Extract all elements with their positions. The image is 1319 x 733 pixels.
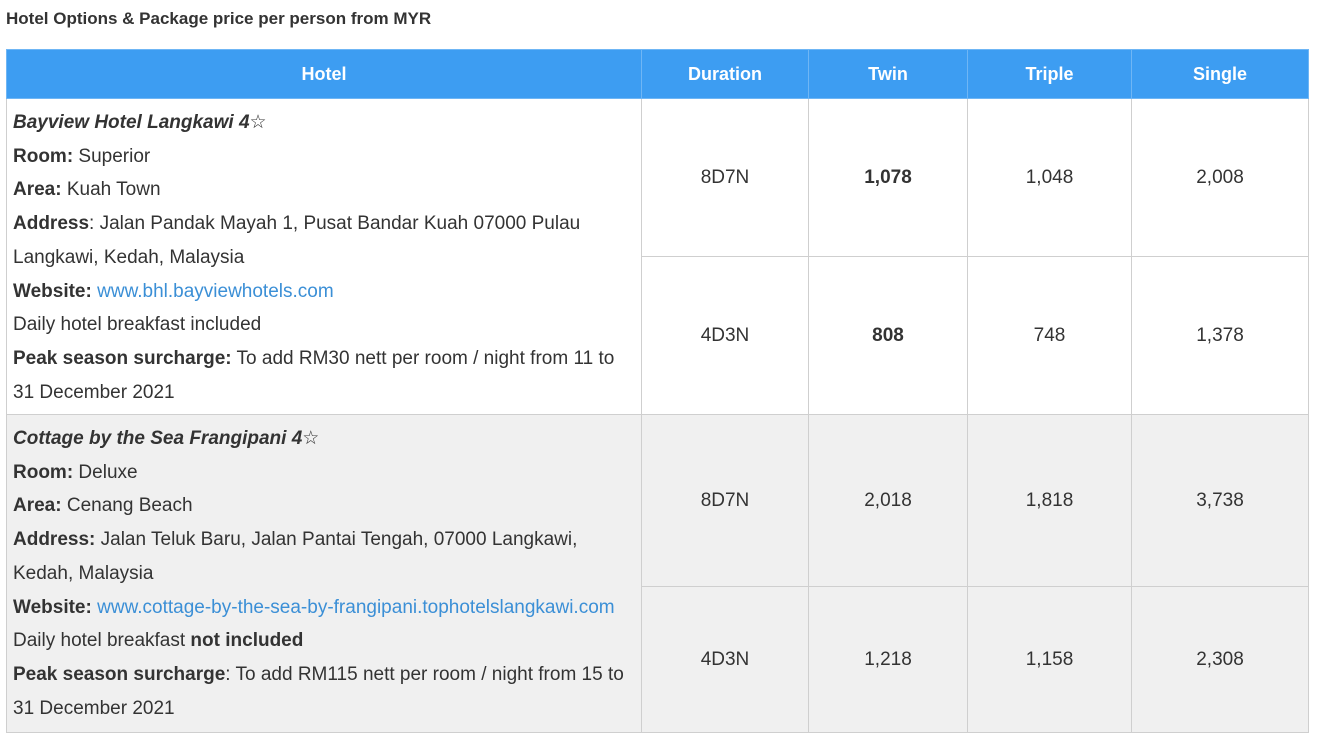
twin-price-cell: 1,218 bbox=[808, 586, 968, 733]
page-title: Hotel Options & Package price per person… bbox=[6, 9, 432, 28]
single-price-cell: 1,378 bbox=[1131, 256, 1309, 415]
room-value: Deluxe bbox=[73, 461, 138, 483]
single-price-cell: 3,738 bbox=[1131, 414, 1309, 587]
header-twin: Twin bbox=[808, 49, 968, 99]
header-duration: Duration bbox=[641, 49, 809, 99]
single-price-cell: 2,308 bbox=[1131, 586, 1309, 733]
triple-price-cell: 1,048 bbox=[967, 98, 1132, 257]
table-header-row: Hotel Duration Twin Triple Single bbox=[6, 49, 1309, 99]
hotel-info-cell: Bayview Hotel Langkawi 4☆ Room: Superior… bbox=[6, 98, 642, 415]
surcharge-label: Peak season surcharge bbox=[13, 663, 226, 685]
website-line: Website: www.bhl.bayviewhotels.com bbox=[13, 275, 633, 309]
address-line: Address: Jalan Pandak Mayah 1, Pusat Ban… bbox=[13, 207, 633, 274]
hotel-info-cell: Cottage by the Sea Frangipani 4☆ Room: D… bbox=[6, 414, 642, 733]
header-single: Single bbox=[1131, 49, 1309, 99]
table-row: Cottage by the Sea Frangipani 4☆ Room: D… bbox=[6, 414, 1309, 733]
header-triple: Triple bbox=[967, 49, 1132, 99]
header-hotel: Hotel bbox=[6, 49, 642, 99]
address-label: Address bbox=[13, 213, 90, 235]
surcharge-label: Peak season surcharge: bbox=[13, 347, 232, 369]
duration-cell: 8D7N bbox=[641, 98, 809, 257]
surcharge-line: Peak season surcharge: To add RM30 nett … bbox=[13, 342, 633, 409]
website-link[interactable]: www.cottage-by-the-sea-by-frangipani.top… bbox=[92, 597, 615, 618]
breakfast-emphasis: not included bbox=[190, 630, 304, 652]
breakfast-text: Daily hotel breakfast included bbox=[13, 314, 262, 336]
address-label: Address: bbox=[13, 529, 96, 551]
address-line: Address: Jalan Teluk Baru, Jalan Pantai … bbox=[13, 523, 633, 590]
area-label: Area: bbox=[13, 179, 62, 201]
area-line: Area: Kuah Town bbox=[13, 173, 633, 207]
area-value: Kuah Town bbox=[61, 179, 161, 201]
triple-price-cell: 1,158 bbox=[967, 586, 1132, 733]
address-value: : Jalan Pandak Mayah 1, Pusat Bandar Kua… bbox=[13, 213, 581, 268]
room-line: Room: Superior bbox=[13, 140, 633, 174]
breakfast-line: Daily hotel breakfast not included bbox=[13, 624, 633, 658]
duration-cell: 4D3N bbox=[641, 256, 809, 415]
duration-cell: 8D7N bbox=[641, 414, 809, 587]
package-price-table: Hotel Duration Twin Triple Single Bayvie… bbox=[6, 49, 1309, 733]
breakfast-line: Daily hotel breakfast included bbox=[13, 308, 633, 342]
room-label: Room: bbox=[13, 461, 74, 483]
hotel-name: Bayview Hotel Langkawi 4☆ bbox=[13, 112, 267, 133]
twin-price-cell: 808 bbox=[808, 256, 968, 415]
room-line: Room: Deluxe bbox=[13, 456, 633, 490]
duration-cell: 4D3N bbox=[641, 586, 809, 733]
area-line: Area: Cenang Beach bbox=[13, 489, 633, 523]
room-value: Superior bbox=[73, 145, 151, 167]
triple-price-cell: 748 bbox=[967, 256, 1132, 415]
website-link[interactable]: www.bhl.bayviewhotels.com bbox=[92, 281, 334, 302]
website-label: Website: bbox=[13, 280, 92, 302]
hotel-name: Cottage by the Sea Frangipani 4☆ bbox=[13, 428, 320, 449]
twin-price-cell: 1,078 bbox=[808, 98, 968, 257]
twin-price-cell: 2,018 bbox=[808, 414, 968, 587]
area-label: Area: bbox=[13, 495, 62, 517]
area-value: Cenang Beach bbox=[61, 495, 193, 517]
room-label: Room: bbox=[13, 145, 74, 167]
website-label: Website: bbox=[13, 596, 92, 618]
website-line: Website: www.cottage-by-the-sea-by-frang… bbox=[13, 591, 633, 625]
breakfast-text: Daily hotel breakfast bbox=[13, 630, 191, 652]
single-price-cell: 2,008 bbox=[1131, 98, 1309, 257]
triple-price-cell: 1,818 bbox=[967, 414, 1132, 587]
address-value: Jalan Teluk Baru, Jalan Pantai Tengah, 0… bbox=[13, 529, 578, 584]
surcharge-line: Peak season surcharge: To add RM115 nett… bbox=[13, 658, 633, 725]
table-row: Bayview Hotel Langkawi 4☆ Room: Superior… bbox=[6, 98, 1309, 415]
